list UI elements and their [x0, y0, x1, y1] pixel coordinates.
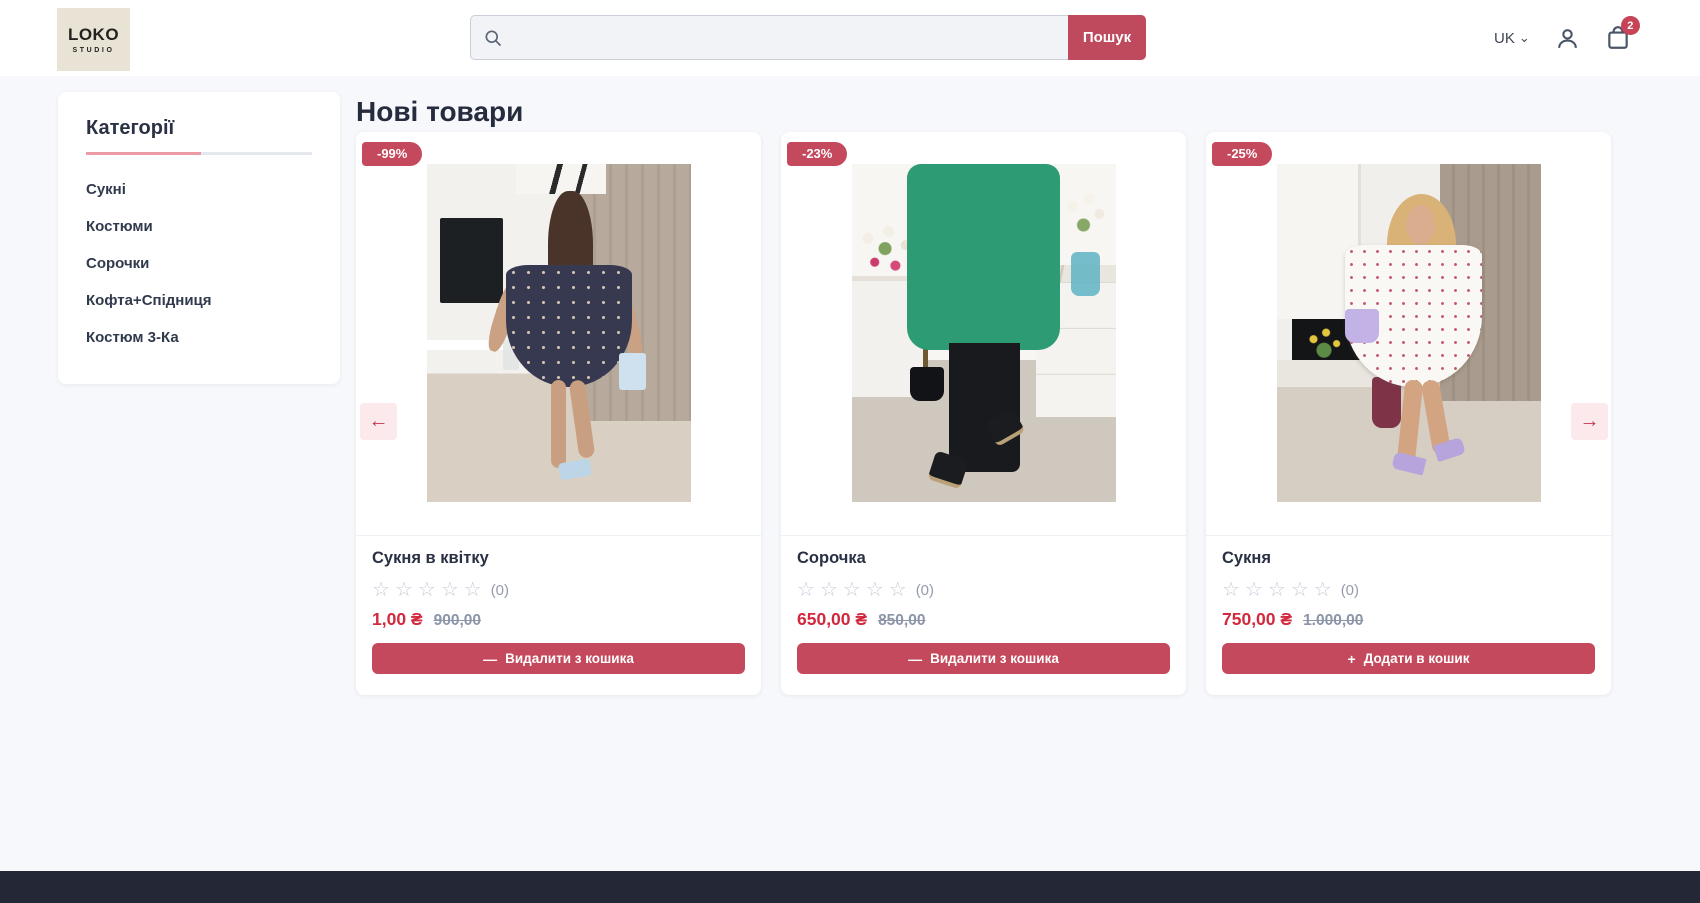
price-row: 1,00 ₴ 900,00 [372, 609, 745, 630]
current-price: 1,00 ₴ [372, 609, 423, 630]
remove-from-cart-button[interactable]: — Видалити з кошика [797, 643, 1170, 674]
price-row: 750,00 ₴ 1.000,00 [1222, 609, 1595, 630]
star-icon: ☆ [1222, 580, 1240, 600]
search-input[interactable] [511, 29, 1056, 46]
rating-count: (0) [491, 582, 509, 599]
cart-count-badge: 2 [1621, 16, 1640, 35]
product-info: Сорочка ☆ ☆ ☆ ☆ ☆ (0) 650,00 ₴ 850,00 — … [781, 535, 1186, 674]
logo-text: LOKO [68, 25, 119, 45]
old-price: 1.000,00 [1303, 612, 1363, 630]
star-icon: ☆ [372, 580, 390, 600]
footer [0, 871, 1700, 903]
cart-button-label: Додати в кошик [1364, 651, 1470, 666]
product-photo[interactable] [1277, 164, 1541, 502]
categories-title: Категорії [86, 117, 312, 140]
star-icon: ☆ [1245, 580, 1263, 600]
sidebar-item-shirts[interactable]: Сорочки [86, 245, 312, 282]
star-icon: ☆ [889, 580, 907, 600]
star-icon: ☆ [441, 580, 459, 600]
old-price: 850,00 [878, 612, 925, 630]
search-box[interactable] [470, 15, 1068, 60]
carousel-next-button[interactable]: → [1571, 403, 1608, 440]
product-title[interactable]: Сорочка [797, 549, 1170, 568]
star-icon: ☆ [1268, 580, 1286, 600]
product-title[interactable]: Сукня [1222, 549, 1595, 568]
chevron-down-icon: ⌄ [1519, 33, 1530, 43]
cart-button[interactable]: 2 [1605, 25, 1631, 51]
product-info: Сукня в квітку ☆ ☆ ☆ ☆ ☆ (0) 1,00 ₴ 900,… [356, 535, 761, 674]
rating-count: (0) [916, 582, 934, 599]
account-button[interactable] [1555, 26, 1580, 51]
add-to-cart-button[interactable]: + Додати в кошик [1222, 643, 1595, 674]
product-card[interactable]: -23% Сорочка ☆ ☆ ☆ ☆ ☆ (0) 650,00 ₴ 850,… [781, 132, 1186, 695]
logo-subtext: STUDIO [72, 47, 114, 54]
rating-row: ☆ ☆ ☆ ☆ ☆ (0) [797, 580, 1170, 600]
product-card[interactable]: -99% Сукня в квітку ☆ ☆ ☆ ☆ ☆ (0) 1,00 ₴… [356, 132, 761, 695]
current-price: 750,00 ₴ [1222, 609, 1292, 630]
search-icon [483, 28, 503, 48]
product-card[interactable]: -25% Сукня ☆ ☆ ☆ ☆ ☆ (0) 750,00 ₴ 1.000,… [1206, 132, 1611, 695]
star-icon: ☆ [820, 580, 838, 600]
plus-icon: + [1348, 651, 1356, 667]
arrow-right-icon: → [1580, 410, 1600, 433]
minus-icon: — [908, 651, 922, 667]
sidebar-item-suits[interactable]: Костюми [86, 208, 312, 245]
header: LOKO STUDIO Пошук UK ⌄ [0, 0, 1700, 76]
discount-badge: -25% [1212, 142, 1272, 166]
sidebar-item-dresses[interactable]: Сукні [86, 171, 312, 208]
star-icon: ☆ [797, 580, 815, 600]
page-title: Нові товари [356, 96, 523, 128]
star-icon: ☆ [464, 580, 482, 600]
product-photo[interactable] [852, 164, 1116, 502]
rating-count: (0) [1341, 582, 1359, 599]
discount-badge: -99% [362, 142, 422, 166]
search-bar: Пошук [470, 15, 1146, 60]
current-price: 650,00 ₴ [797, 609, 867, 630]
carousel-prev-button[interactable]: ← [360, 403, 397, 440]
remove-from-cart-button[interactable]: — Видалити з кошика [372, 643, 745, 674]
star-icon: ☆ [418, 580, 436, 600]
cart-button-label: Видалити з кошика [930, 651, 1059, 666]
product-title[interactable]: Сукня в квітку [372, 549, 745, 568]
sidebar-item-suit-3[interactable]: Костюм 3-Ка [86, 319, 312, 356]
search-button[interactable]: Пошук [1068, 15, 1146, 60]
categories-divider [86, 152, 312, 155]
product-photo[interactable] [427, 164, 691, 502]
star-icon: ☆ [1314, 580, 1332, 600]
user-icon [1555, 26, 1580, 51]
arrow-left-icon: ← [369, 410, 389, 433]
price-row: 650,00 ₴ 850,00 [797, 609, 1170, 630]
logo[interactable]: LOKO STUDIO [57, 8, 130, 71]
star-icon: ☆ [1291, 580, 1309, 600]
star-icon: ☆ [395, 580, 413, 600]
language-selector[interactable]: UK ⌄ [1494, 30, 1530, 47]
product-info: Сукня ☆ ☆ ☆ ☆ ☆ (0) 750,00 ₴ 1.000,00 + … [1206, 535, 1611, 674]
cart-button-label: Видалити з кошика [505, 651, 634, 666]
old-price: 900,00 [434, 612, 481, 630]
discount-badge: -23% [787, 142, 847, 166]
star-icon: ☆ [843, 580, 861, 600]
minus-icon: — [483, 651, 497, 667]
categories-panel: Категорії Сукні Костюми Сорочки Кофта+Сп… [58, 92, 340, 384]
rating-row: ☆ ☆ ☆ ☆ ☆ (0) [372, 580, 745, 600]
header-actions: UK ⌄ 2 [1494, 0, 1631, 76]
sidebar-item-top-skirt[interactable]: Кофта+Спідниця [86, 282, 312, 319]
language-label: UK [1494, 30, 1515, 47]
page: LOKO STUDIO Пошук UK ⌄ [0, 0, 1700, 903]
rating-row: ☆ ☆ ☆ ☆ ☆ (0) [1222, 580, 1595, 600]
star-icon: ☆ [866, 580, 884, 600]
